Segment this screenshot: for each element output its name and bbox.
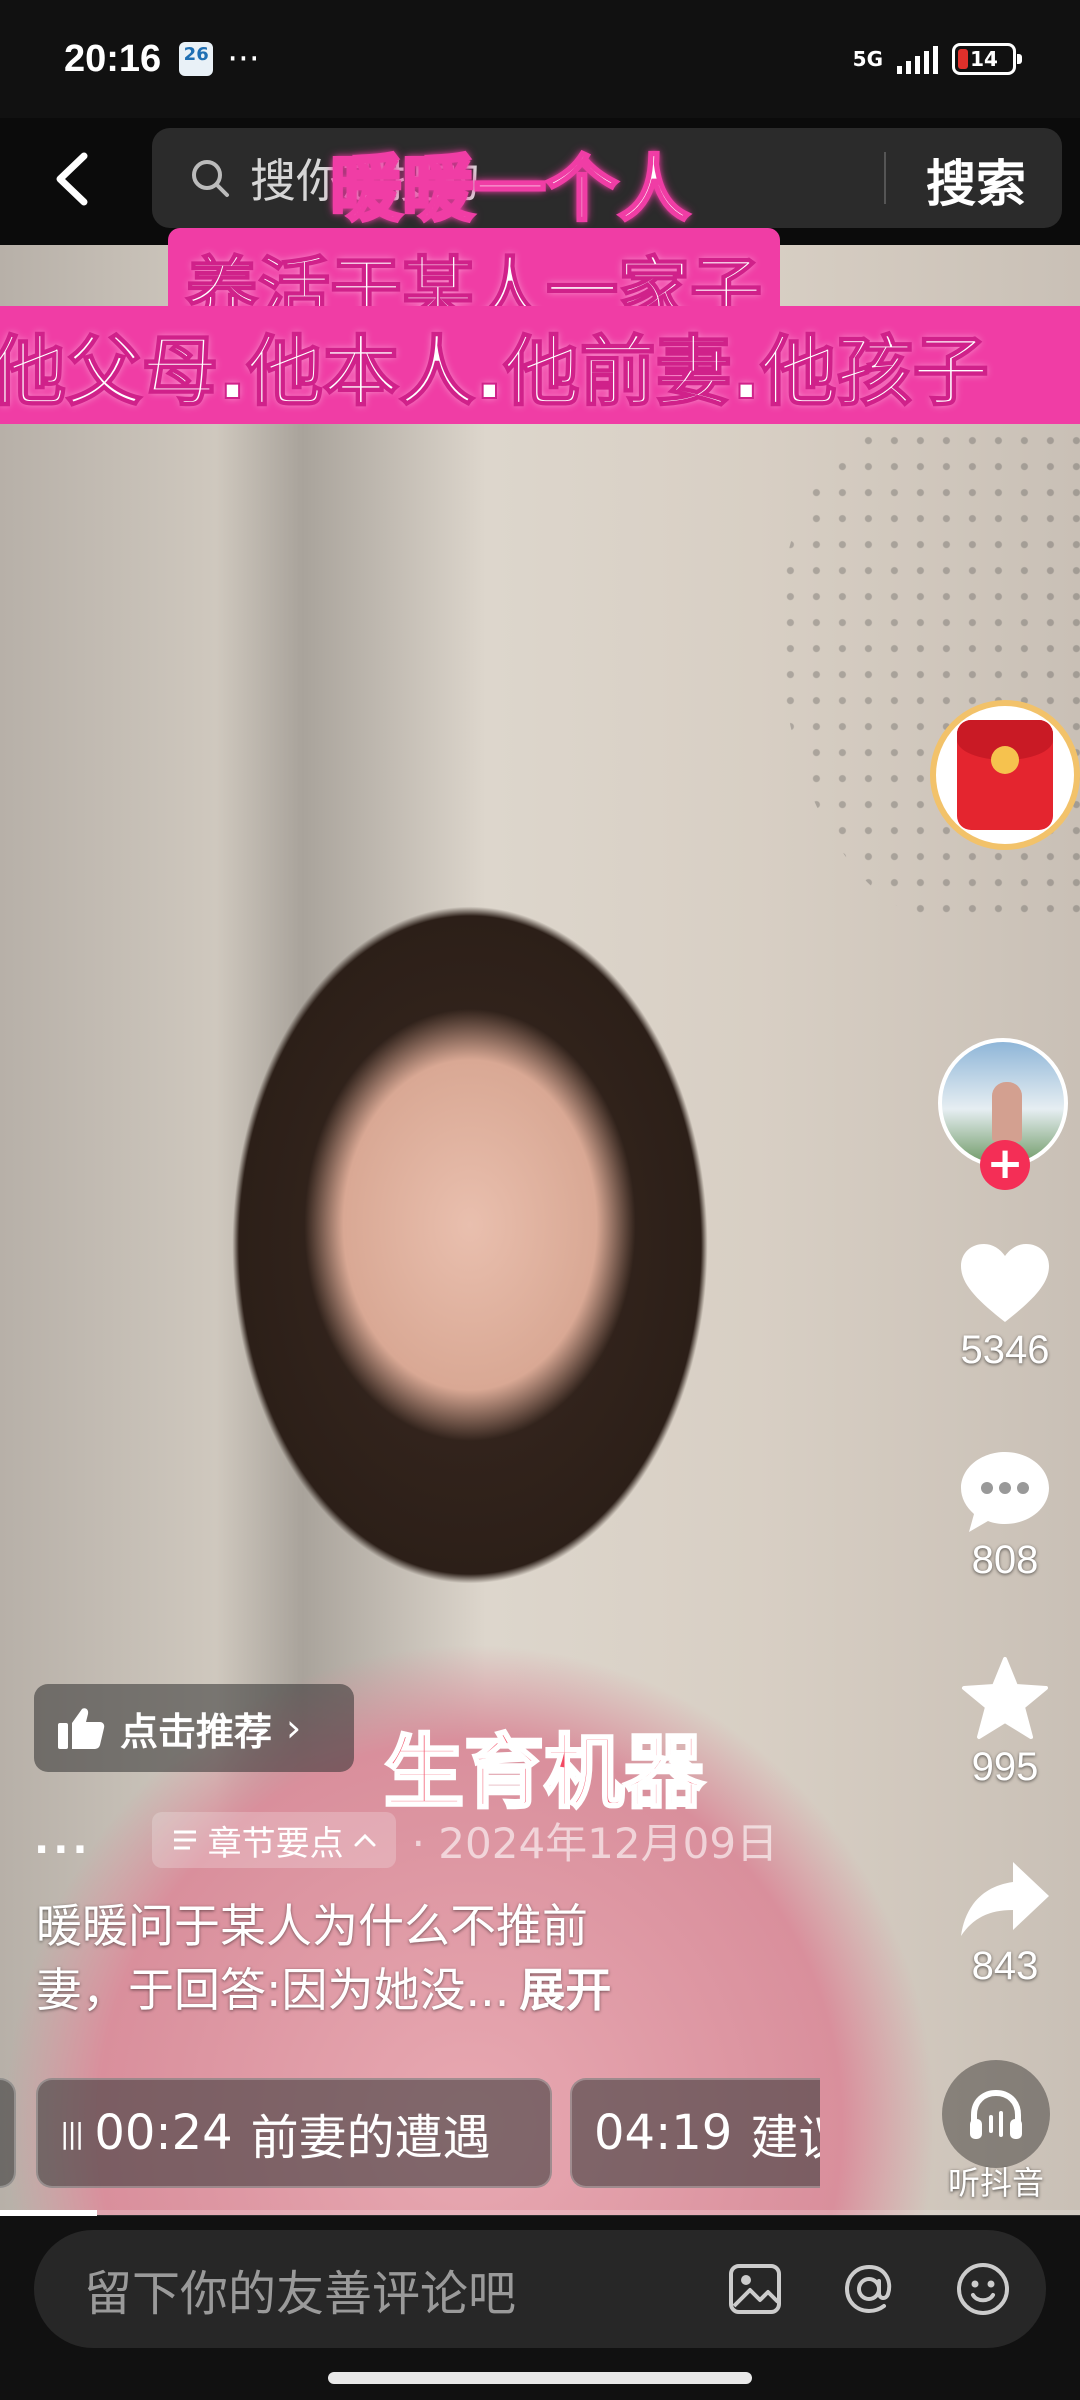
back-arrow-icon[interactable]	[40, 144, 110, 214]
description-line2: 妻，于回答:因为她没...	[36, 1963, 510, 2017]
share-button[interactable]: 843	[930, 1856, 1080, 1989]
chapter-summary-chip[interactable]: 章节要点	[151, 1812, 396, 1868]
chapter-title: 建议	[750, 2110, 820, 2166]
chapter-summary-label: 章节要点	[207, 1823, 344, 1864]
follow-plus-button[interactable]: +	[980, 1140, 1030, 1190]
battery-icon: 14	[952, 43, 1022, 75]
like-button[interactable]: 5346	[930, 1240, 1080, 1373]
signal-icon	[897, 44, 938, 74]
share-arrow-icon	[961, 1862, 1049, 1936]
search-divider	[884, 152, 886, 204]
more-notifications-icon: ···	[227, 39, 260, 79]
chapter-chip[interactable]: 04:19 建议	[570, 2078, 820, 2188]
emoji-icon[interactable]	[954, 2260, 1012, 2318]
playing-indicator-icon: |||	[60, 2116, 84, 2150]
chapter-strip[interactable]: ||| 00:24 前妻的遭遇 04:19 建议	[0, 2078, 820, 2190]
author-name-truncated[interactable]: ...	[34, 1820, 92, 1860]
post-date: · 2024年12月09日	[411, 1818, 779, 1868]
chapter-chip[interactable]: ||| 00:24 前妻的遭遇	[36, 2078, 552, 2188]
mention-at-icon[interactable]	[840, 2260, 898, 2318]
search-icon	[192, 160, 229, 197]
overlay-text-line3: 他父母.他本人.他前妻.他孩子	[0, 306, 1080, 424]
search-button[interactable]: 搜索	[926, 144, 1026, 216]
status-time: 20:16	[64, 37, 162, 80]
home-indicator[interactable]	[328, 2372, 752, 2384]
calendar-icon: 26	[179, 42, 214, 76]
comment-placeholder[interactable]: 留下你的友善评论吧	[84, 2254, 516, 2324]
favorite-count: 995	[971, 1745, 1039, 1789]
chevron-up-icon	[354, 1833, 376, 1847]
chapter-time: 00:24	[94, 2105, 233, 2161]
video-meta-row: ... 章节要点 · 2024年12月09日	[34, 1810, 778, 1870]
listen-label: 听抖音	[947, 2164, 1044, 2202]
comment-input[interactable]: 留下你的友善评论吧	[34, 2230, 1046, 2348]
red-envelope-icon	[957, 720, 1053, 830]
chevron-right-icon: ›	[286, 1706, 302, 1750]
video-description[interactable]: 暖暖问于某人为什么不推前 妻，于回答:因为她没... 展开	[36, 1894, 736, 2022]
like-count: 5346	[960, 1328, 1050, 1372]
chapter-chip-prev[interactable]	[0, 2078, 16, 2188]
recommend-button[interactable]: 点击推荐 ›	[34, 1684, 354, 1772]
bottom-comment-bar: 留下你的友善评论吧	[0, 2216, 1080, 2400]
recommend-label: 点击推荐	[120, 1709, 273, 1754]
video-caption: 生育机器	[383, 1725, 706, 1821]
list-icon	[173, 1830, 196, 1850]
red-envelope-button[interactable]	[930, 700, 1080, 850]
expand-link[interactable]: 展开	[519, 1963, 611, 2017]
comment-bubble-icon	[961, 1452, 1049, 1532]
chapter-title: 前妻的遭遇	[250, 2110, 491, 2166]
image-icon[interactable]	[726, 2260, 784, 2318]
favorite-button[interactable]: 995	[930, 1655, 1080, 1790]
description-line1: 暖暖问于某人为什么不推前	[36, 1899, 588, 1953]
listen-douyin-button[interactable]: 听抖音	[918, 2060, 1074, 2204]
background-plant-decor	[780, 425, 1080, 925]
status-bar: 20:16 26 ··· 5G 14	[0, 0, 1080, 118]
thumbs-up-icon	[58, 1708, 105, 1749]
network-type: 5G	[852, 47, 883, 71]
overlay-text-line1: 暖暖一个人	[328, 146, 691, 233]
battery-level: 14	[970, 47, 998, 71]
star-icon	[962, 1657, 1048, 1739]
share-count: 843	[971, 1944, 1039, 1988]
comment-button[interactable]: 808	[930, 1448, 1080, 1583]
chapter-time: 04:19	[594, 2105, 733, 2161]
headphones-icon	[970, 2089, 1022, 2139]
comment-count: 808	[971, 1538, 1039, 1582]
heart-icon	[961, 1244, 1049, 1322]
